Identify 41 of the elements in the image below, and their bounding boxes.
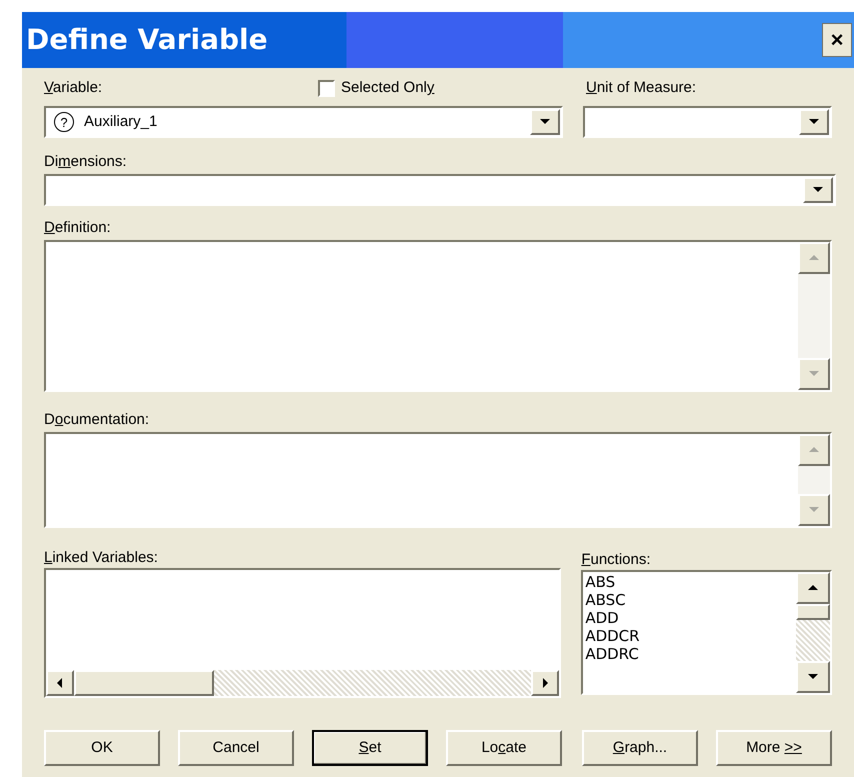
scroll-thumb[interactable]	[796, 604, 830, 620]
horizontal-scrollbar[interactable]	[46, 670, 560, 696]
dialog-button[interactable]: Locate	[446, 730, 562, 766]
scroll-arrow-button[interactable]	[796, 661, 830, 693]
dropdown-value: Auxiliary_1	[84, 112, 158, 132]
field-label: Documentation:	[44, 411, 150, 428]
dialog-button[interactable]: Graph...	[582, 730, 698, 766]
dialog-button[interactable]: Set	[312, 730, 428, 766]
function-item[interactable]: ABS	[585, 573, 796, 591]
field-label: Variable:	[44, 79, 102, 96]
unit-dropdown[interactable]	[583, 106, 832, 138]
dialog-button[interactable]: OK	[44, 730, 160, 766]
function-item[interactable]: ADDRC	[585, 645, 796, 663]
dialog-button[interactable]: Cancel	[178, 730, 294, 766]
scroll-arrow-button[interactable]	[46, 670, 74, 696]
documentation-text-area[interactable]	[44, 432, 832, 528]
field-label: Unit of Measure:	[586, 79, 696, 97]
checkbox[interactable]	[318, 80, 335, 96]
scroll-arrow-button[interactable]	[531, 670, 560, 696]
window-title: Define Variable	[25, 22, 268, 58]
field-label: Functions:	[581, 551, 651, 568]
field-label: Linked Variables:	[44, 549, 158, 566]
scroll-arrow-button[interactable]	[799, 109, 829, 135]
linked-variables-list[interactable]	[44, 568, 562, 698]
scroll-thumb[interactable]	[74, 670, 214, 696]
scroll-arrow-button[interactable]	[803, 177, 833, 203]
function-item[interactable]: ADDCR	[585, 627, 796, 645]
dialog-button[interactable]: More >>	[716, 730, 832, 766]
variable-dropdown[interactable]: ? Auxiliary_1	[44, 106, 564, 138]
checkbox-label: Selected Only	[341, 79, 434, 97]
close-button[interactable]: ×	[822, 23, 852, 57]
dimensions-dropdown[interactable]	[44, 174, 836, 206]
scroll-arrow-button[interactable]	[530, 109, 560, 135]
function-item[interactable]: ABSC	[585, 591, 796, 609]
function-item[interactable]: ADD	[585, 609, 796, 627]
field-label: Dimensions:	[44, 153, 127, 170]
scroll-arrow-button[interactable]	[796, 572, 830, 604]
functions-list[interactable]: ABS ABSC ADD ADDCR ADDRC	[581, 570, 832, 695]
vertical-scrollbar[interactable]	[796, 572, 830, 693]
field-label: Definition:	[44, 219, 111, 236]
question-icon: ?	[54, 112, 74, 132]
